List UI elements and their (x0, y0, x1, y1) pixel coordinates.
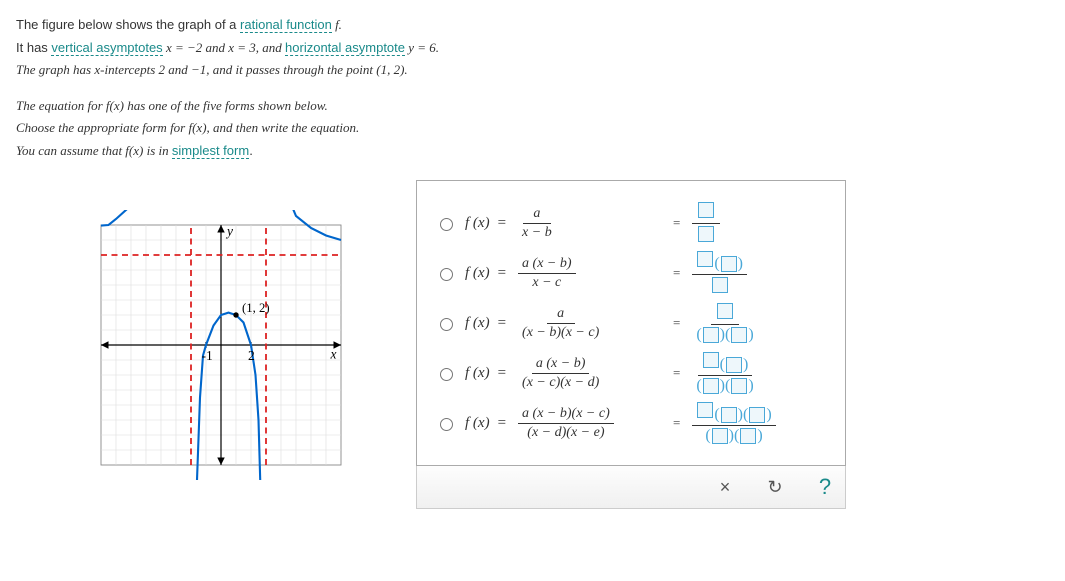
option-2-form: f (x)= a (x − b)x − c (465, 256, 665, 291)
vertical-asymptotes-link[interactable]: vertical asymptotes (51, 40, 162, 56)
text: It has (16, 40, 51, 55)
option-2-row: f (x)= a (x − b)x − c = (435, 251, 827, 295)
text: You can assume that f(x) is in (16, 143, 172, 158)
option-2-radio[interactable] (440, 268, 453, 281)
text: Choose the appropriate form for f(x), an… (16, 120, 359, 135)
options-panel: f (x)= ax − b = f (x)= a (x − b)x − c = (416, 180, 846, 466)
input-box[interactable] (703, 378, 719, 394)
text: . (249, 143, 253, 158)
option-4-radio[interactable] (440, 368, 453, 381)
rational-function-link[interactable]: rational function (240, 17, 332, 33)
input-box[interactable] (703, 327, 719, 343)
text: The equation for f(x) has one of the fiv… (16, 98, 328, 113)
text: f. (332, 17, 342, 32)
input-box[interactable] (731, 378, 747, 394)
line-3: The graph has x-intercepts 2 and −1, and… (16, 60, 1049, 80)
option-5-radio[interactable] (440, 418, 453, 431)
option-4-row: f (x)= a (x − b)(x − c)(x − d) = (435, 351, 827, 395)
input-box[interactable] (698, 226, 714, 242)
input-box[interactable] (721, 407, 737, 423)
option-1-form: f (x)= ax − b (465, 206, 665, 241)
option-1-radio[interactable] (440, 218, 453, 231)
option-5-form: f (x)= a (x − b)(x − c)(x − d)(x − e) (465, 406, 665, 441)
option-4-input: = (665, 351, 762, 395)
input-box[interactable] (717, 303, 733, 319)
input-box[interactable] (749, 407, 765, 423)
footer-toolbar: × ↻ ? (416, 465, 846, 509)
option-5-input: = (665, 401, 780, 445)
line-5: Choose the appropriate form for f(x), an… (16, 118, 1049, 138)
line-6: You can assume that f(x) is in simplest … (16, 141, 1049, 161)
simplest-form-link[interactable]: simplest form (172, 143, 249, 159)
graph-svg: y x -1 2 (1, 2) (76, 210, 366, 480)
svg-text:2: 2 (248, 348, 255, 363)
input-box[interactable] (697, 402, 713, 418)
text: The graph has x-intercepts 2 and −1, and… (16, 62, 408, 77)
option-3-input: = (665, 302, 762, 344)
input-box[interactable] (721, 256, 737, 272)
option-4-form: f (x)= a (x − b)(x − c)(x − d) (465, 356, 665, 391)
text: x = −2 and x = 3, and (163, 40, 285, 55)
option-3-radio[interactable] (440, 318, 453, 331)
reset-icon[interactable]: ↻ (763, 477, 787, 498)
input-box[interactable] (712, 428, 728, 444)
help-icon[interactable]: ? (813, 474, 837, 500)
line-4: The equation for f(x) has one of the fiv… (16, 96, 1049, 116)
option-1-input: = (665, 201, 724, 246)
text: The figure below shows the graph of a (16, 17, 240, 32)
option-3-form: f (x)= a(x − b)(x − c) (465, 306, 665, 341)
input-box[interactable] (698, 202, 714, 218)
option-3-row: f (x)= a(x − b)(x − c) = (435, 301, 827, 345)
svg-text:-1: -1 (202, 348, 213, 363)
line-2: It has vertical asymptotes x = −2 and x … (16, 38, 1049, 58)
input-box[interactable] (740, 428, 756, 444)
input-box[interactable] (697, 251, 713, 267)
option-1-row: f (x)= ax − b = (435, 201, 827, 245)
input-box[interactable] (726, 357, 742, 373)
input-box[interactable] (731, 327, 747, 343)
option-2-input: = (665, 250, 751, 297)
svg-text:y: y (225, 224, 233, 239)
text: y = 6. (405, 40, 439, 55)
input-box[interactable] (712, 277, 728, 293)
horizontal-asymptote-link[interactable]: horizontal asymptote (285, 40, 405, 56)
option-5-row: f (x)= a (x − b)(x − c)(x − d)(x − e) = (435, 401, 827, 445)
function-graph: y x -1 2 (1, 2) (76, 210, 366, 483)
svg-text:x: x (330, 347, 337, 362)
line-1: The figure below shows the graph of a ra… (16, 15, 1049, 35)
close-icon[interactable]: × (713, 477, 737, 498)
input-box[interactable] (703, 352, 719, 368)
point-label: (1, 2) (242, 301, 270, 315)
